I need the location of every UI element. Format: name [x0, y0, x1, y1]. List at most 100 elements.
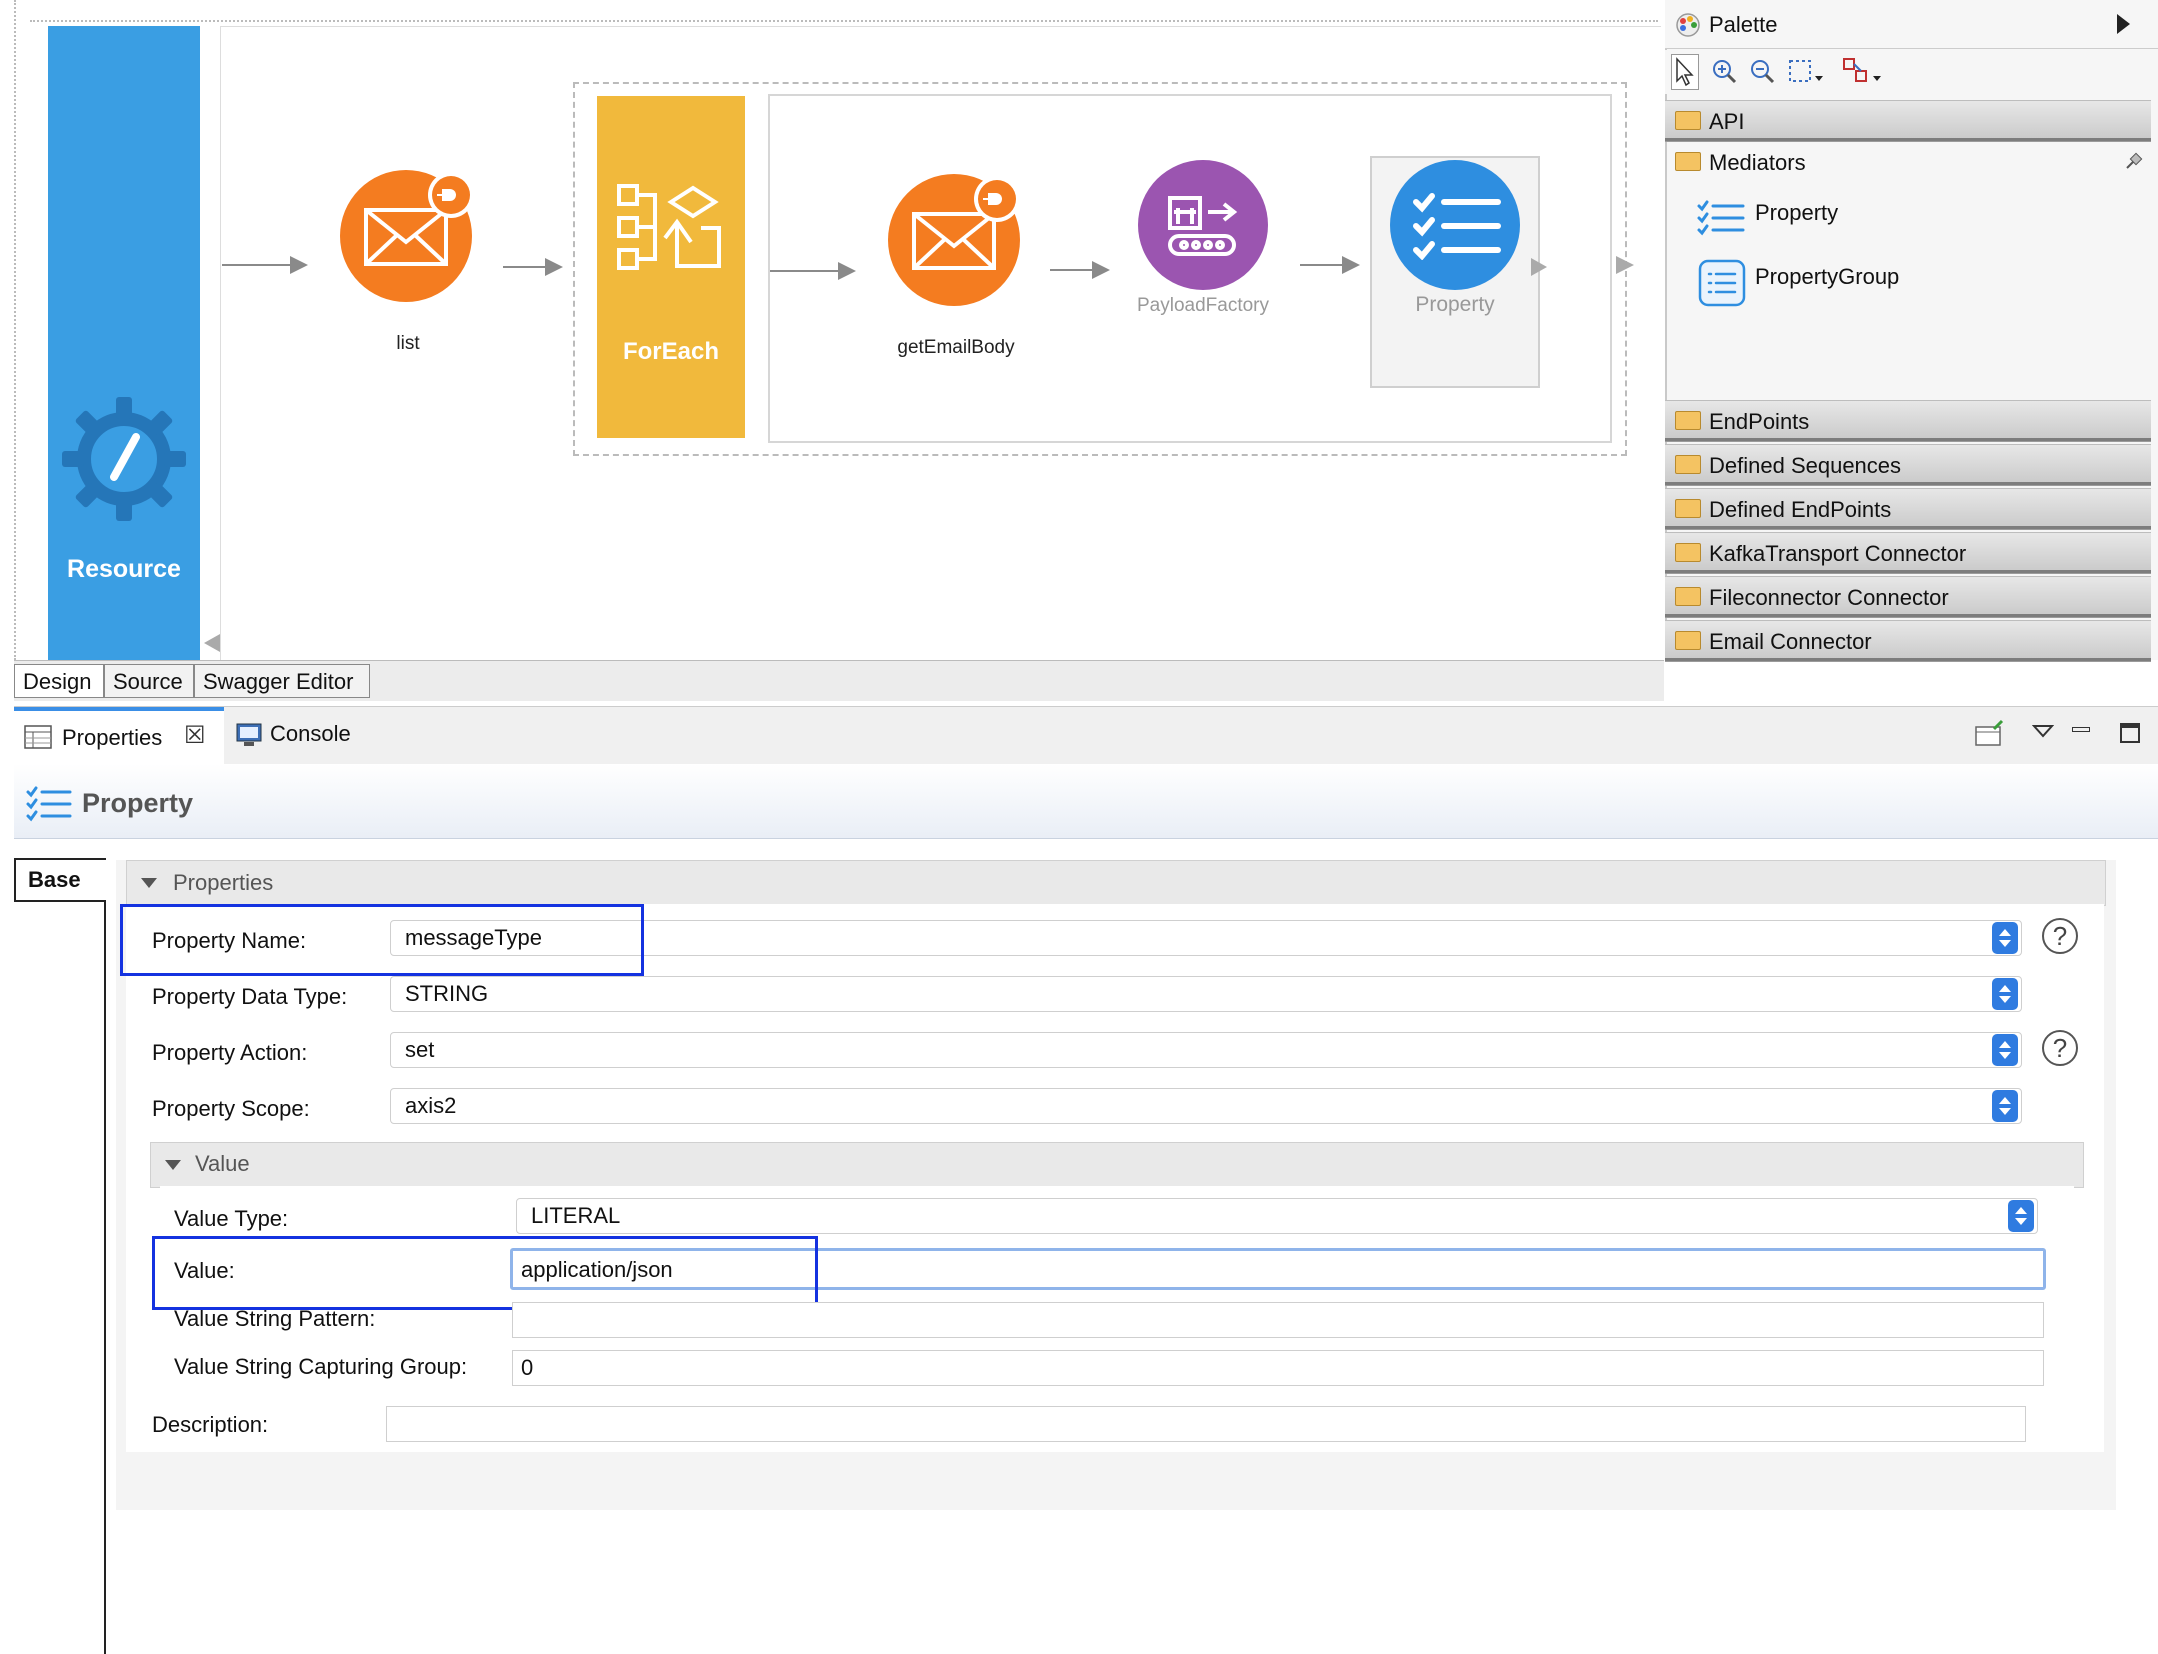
palette-title: Palette: [1709, 12, 1778, 37]
palette-item-propertygroup[interactable]: PropertyGroup: [1695, 256, 2135, 307]
tab-base-label: Base: [28, 867, 81, 892]
zoom-in-icon[interactable]: [1711, 58, 1737, 84]
properties-title: Property: [82, 788, 194, 818]
list-node-label: list: [396, 333, 420, 354]
payload-factory-icon: [1168, 196, 1238, 256]
palette-item-label: Property: [1755, 200, 1839, 225]
highlight-box: [152, 1236, 818, 1310]
property-action-combo[interactable]: set: [390, 1032, 2022, 1068]
property-data-type-combo[interactable]: STRING: [390, 976, 2022, 1012]
palette-group-endpoints[interactable]: EndPoints: [1665, 400, 2151, 442]
value-section-header[interactable]: Value: [150, 1142, 2084, 1188]
expand-triangle-icon[interactable]: [165, 1160, 181, 1170]
maximize-icon[interactable]: [2120, 723, 2140, 743]
pin-icon[interactable]: [2123, 152, 2143, 172]
property-checklist-icon: [1413, 193, 1501, 260]
getemailbody-node-label: getEmailBody: [897, 337, 1015, 358]
flow-arrow-head: [1092, 261, 1110, 279]
palette-group-kafka-connector[interactable]: KafkaTransport Connector: [1665, 532, 2151, 574]
properties-section-header[interactable]: Properties: [126, 860, 2106, 906]
property-scope-combo[interactable]: axis2: [390, 1088, 2022, 1124]
flow-arrow-head: [290, 256, 308, 274]
pin-view-icon[interactable]: [1974, 719, 2006, 749]
collapse-palette-icon[interactable]: [2117, 14, 2130, 34]
collapse-arrow-icon[interactable]: [204, 634, 220, 652]
pointer-icon: [1676, 57, 1694, 87]
foreach-icon: [617, 184, 721, 270]
properties-title-bar: [14, 764, 2158, 839]
value-string-pattern-label: Value String Pattern:: [174, 1306, 376, 1331]
palette-group-label: KafkaTransport Connector: [1709, 541, 1967, 566]
tab-swagger-editor[interactable]: Swagger Editor: [194, 664, 370, 698]
tab-properties[interactable]: Properties ☒: [14, 707, 224, 765]
help-icon[interactable]: ?: [2042, 918, 2078, 954]
minimize-icon[interactable]: [2072, 727, 2090, 732]
flow-arrow-head: [1531, 258, 1547, 276]
envelope-icon: [912, 212, 996, 270]
property-scope-label: Property Scope:: [152, 1096, 310, 1121]
palette-group-defined-endpoints[interactable]: Defined EndPoints: [1665, 488, 2151, 530]
palette-header: Palette: [1665, 0, 2158, 49]
help-icon[interactable]: ?: [2042, 1030, 2078, 1066]
palette-group-email-connector[interactable]: Email Connector: [1665, 620, 2151, 662]
tab-design[interactable]: Design: [14, 664, 104, 698]
property-checklist-icon: [26, 786, 72, 822]
payloadfactory-node[interactable]: [1138, 160, 1268, 290]
description-label: Description:: [152, 1412, 269, 1437]
palette-group-mediators[interactable]: Mediators: [1665, 142, 2151, 182]
palette-group-api[interactable]: API: [1665, 100, 2151, 142]
flow-arrow: [770, 270, 840, 272]
flow-arrow-head: [545, 258, 563, 276]
close-tab-icon[interactable]: ☒: [184, 721, 206, 750]
console-icon: [236, 723, 262, 746]
palette-item-property[interactable]: Property: [1695, 192, 2135, 238]
view-menu-icon[interactable]: [2032, 723, 2054, 739]
value-type-dropdown-button[interactable]: [2008, 1200, 2034, 1232]
foreach-node[interactable]: [597, 96, 745, 438]
plug-badge-icon: [428, 172, 474, 218]
flow-arrow: [1300, 264, 1344, 266]
folder-icon: [1675, 587, 1701, 606]
expand-triangle-icon[interactable]: [141, 878, 157, 888]
value-string-pattern-input[interactable]: [512, 1302, 2044, 1338]
flow-arrow: [1050, 269, 1094, 271]
marquee-select-icon[interactable]: [1787, 58, 1827, 86]
properties-table-icon: [24, 725, 52, 749]
select-tool-button[interactable]: [1671, 54, 1699, 90]
flow-arrow-head: [1616, 256, 1634, 274]
property-node[interactable]: [1390, 160, 1520, 290]
value-type-label: Value Type:: [174, 1206, 289, 1231]
tab-source[interactable]: Source: [104, 664, 194, 698]
folder-icon: [1675, 152, 1701, 171]
folder-icon: [1675, 543, 1701, 562]
value-type-combo[interactable]: LITERAL: [516, 1198, 2038, 1234]
value-string-capturing-group-label: Value String Capturing Group:: [174, 1354, 468, 1379]
property-data-type-dropdown-button[interactable]: [1992, 978, 2018, 1010]
palette-group-fileconnector[interactable]: Fileconnector Connector: [1665, 576, 2151, 618]
property-scope-dropdown-button[interactable]: [1992, 1090, 2018, 1122]
highlight-box: [120, 904, 644, 976]
views-tab-bar: Properties ☒ Console: [14, 706, 2158, 765]
palette-group-defined-sequences[interactable]: Defined Sequences: [1665, 444, 2151, 486]
value-section-label: Value: [195, 1151, 250, 1176]
palette-group-label: Defined Sequences: [1709, 453, 1902, 478]
connection-tool-icon[interactable]: [1841, 56, 1885, 86]
property-action-dropdown-button[interactable]: [1992, 1034, 2018, 1066]
tab-console[interactable]: Console: [270, 721, 351, 747]
foreach-label: ForEach: [622, 338, 720, 365]
resource-gear-icon: [62, 397, 186, 521]
flow-arrow: [503, 266, 547, 268]
property-name-dropdown-button[interactable]: [1992, 922, 2018, 954]
flow-arrow-head: [1342, 256, 1360, 274]
property-action-label: Property Action:: [152, 1040, 308, 1065]
value-string-capturing-group-input[interactable]: 0: [512, 1350, 2044, 1386]
zoom-out-icon[interactable]: [1749, 58, 1775, 84]
properties-section-label: Properties: [173, 870, 274, 895]
palette-group-label: EndPoints: [1709, 409, 1810, 434]
description-input[interactable]: [386, 1406, 2026, 1442]
palette-group-label: Mediators: [1709, 150, 1806, 175]
plug-badge-icon: [974, 176, 1020, 222]
resource-label: Resource: [67, 555, 181, 583]
tab-properties-label: Properties: [62, 725, 163, 750]
palette-item-label: PropertyGroup: [1755, 264, 1900, 289]
